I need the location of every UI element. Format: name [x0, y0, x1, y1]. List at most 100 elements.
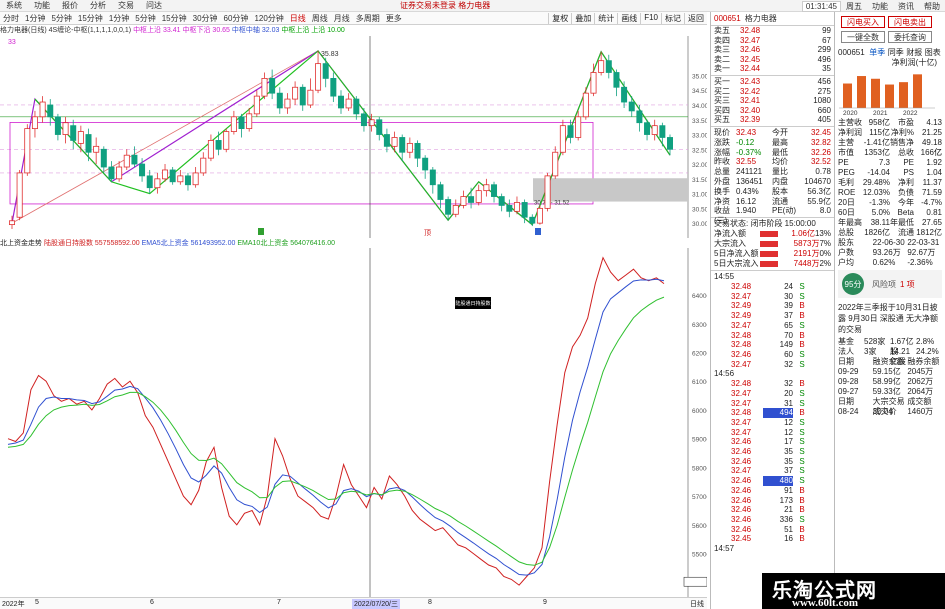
menu-system[interactable]: 系统 — [0, 0, 28, 11]
toolbar-button[interactable]: 标记 — [661, 12, 684, 24]
candle-body — [207, 140, 214, 159]
fund-value: -4.7% — [921, 198, 942, 207]
holder-cell: -2.36% — [907, 258, 933, 267]
flow-tick: 62000 — [692, 351, 707, 358]
menu-help[interactable]: 帮助 — [919, 1, 945, 12]
fund-value: -1.3% — [869, 198, 890, 207]
period-tab[interactable]: 周线 — [309, 13, 331, 24]
gray-box — [533, 178, 688, 202]
tab-single-quarter[interactable]: 单季 — [869, 47, 885, 58]
trade-price: 32.46 — [731, 476, 752, 486]
candle-body — [391, 137, 398, 147]
margin-cell: 59.15亿 — [872, 367, 901, 376]
candle-body — [162, 169, 169, 180]
candle-body — [667, 137, 674, 150]
period-tab[interactable]: 分时 — [0, 13, 22, 24]
flow-pct: 2% — [819, 259, 831, 269]
period-tab[interactable]: 120分钟 — [251, 13, 286, 24]
toolbar-button[interactable]: 复权 — [548, 12, 571, 24]
trade-volume: 39 — [784, 301, 793, 311]
trade-volume: 149 — [779, 340, 793, 350]
ask-row[interactable]: 卖五 32.48 99 — [711, 26, 834, 36]
menu-news[interactable]: 资讯 — [893, 1, 919, 12]
profit-bar — [899, 82, 908, 108]
kline-chart[interactable]: 30.73 - 31.5235.833335.0034.5034.0033.50… — [0, 36, 707, 238]
ask-volume: 99 — [822, 26, 831, 35]
flow-chart[interactable]: 64000 63000 62000 61000 60000 59000 58000 57000… — [0, 248, 707, 597]
ask-volume: 299 — [817, 45, 831, 55]
tick-trades[interactable]: 14:55 32.48 24 S 32.47 30 S 32.49 39 B 32.49 37 B 32.… — [711, 272, 834, 554]
bid-price: 32.40 — [740, 105, 761, 115]
menu-ask[interactable]: 问达 — [140, 0, 168, 11]
toolbar-button[interactable]: 统计 — [594, 12, 617, 24]
ask-row[interactable]: 卖四 32.47 67 — [711, 36, 834, 46]
fund-value: -1.41亿 — [863, 138, 890, 147]
trade-volume: 32 — [784, 359, 793, 369]
orderbook-divider — [711, 74, 834, 76]
period-tab[interactable]: 月线 — [331, 13, 353, 24]
period-tab[interactable]: 15分钟 — [75, 13, 106, 24]
period-tab[interactable]: 更多 — [383, 13, 405, 24]
period-tab[interactable]: 多周期 — [353, 13, 383, 24]
bid-row[interactable]: 买三 32.41 1080 — [711, 96, 834, 106]
candle-body — [651, 125, 658, 135]
period-tab[interactable]: 30分钟 — [190, 13, 221, 24]
one-click-button[interactable]: 一键全数 — [841, 31, 885, 43]
tab-report[interactable]: 财报 — [906, 47, 922, 58]
toolbar-button[interactable]: 叠加 — [571, 12, 594, 24]
fund-holdings: 基金 528家 1.67亿股 2.8% 法人 3家 14.21亿股 24.2% — [835, 337, 945, 366]
menu-func2[interactable]: 功能 — [867, 1, 893, 12]
period-tab[interactable]: 日线 — [287, 13, 309, 24]
trade-direction: S — [799, 514, 805, 524]
menu-trade[interactable]: 交易 — [112, 0, 140, 11]
risk-box[interactable]: 95分 风险项 1 项 — [838, 270, 942, 298]
margin-cell: 日期 — [838, 357, 854, 366]
bid-row[interactable]: 买五 32.39 405 — [711, 115, 834, 125]
stat-row: 现价 32.43 今开 32.45 — [711, 128, 834, 138]
stat-label: 收益(三) — [714, 206, 730, 226]
fund-label: 年最高 — [838, 218, 862, 227]
period-tab[interactable]: 15分钟 — [159, 13, 190, 24]
period-tab[interactable]: 5分钟 — [48, 13, 74, 24]
bid-row[interactable]: 买二 32.42 275 — [711, 87, 834, 97]
order-query-button[interactable]: 委托查询 — [888, 31, 932, 43]
flow-tick: 56000 — [692, 523, 707, 530]
menu-function[interactable]: 功能 — [28, 0, 56, 11]
trade-row: 32.46 91 B — [711, 486, 834, 496]
period-tab[interactable]: 5分钟 — [132, 13, 158, 24]
toolbar-button[interactable]: 画线 — [617, 12, 640, 24]
candle-body — [360, 113, 367, 127]
candle-body — [39, 101, 46, 118]
tab-chart[interactable]: 图表 — [925, 47, 941, 58]
flow-series-0 — [7, 256, 665, 586]
toolbar-button[interactable]: F10 — [640, 12, 661, 24]
fund-label: 负债 — [898, 188, 914, 197]
toolbar-button[interactable]: 返回 — [684, 12, 707, 24]
tab-same-quarter[interactable]: 同季 — [888, 47, 904, 58]
ask-row[interactable]: 卖三 32.46 299 — [711, 45, 834, 55]
candle-body — [146, 175, 153, 189]
quick-buy-button[interactable]: 闪电买入 — [841, 16, 885, 28]
quick-sell-button[interactable]: 闪电卖出 — [888, 16, 932, 28]
period-tab[interactable]: 60分钟 — [221, 13, 252, 24]
period-tab[interactable]: 1分钟 — [106, 13, 132, 24]
trade-price: 32.47 — [731, 398, 752, 408]
menu-analysis[interactable]: 分析 — [84, 0, 112, 11]
ask-volume: 496 — [817, 54, 831, 64]
ask-row[interactable]: 卖二 32.45 496 — [711, 55, 834, 65]
stat-label: 最高 — [772, 137, 788, 147]
block-header: 日期 大宗交易成交价 成交额 — [835, 397, 945, 416]
ask-row[interactable]: 卖一 32.44 35 — [711, 64, 834, 74]
flow-bar — [760, 231, 778, 238]
bid-row[interactable]: 买四 32.40 660 — [711, 106, 834, 116]
flow-legend-title: 北上资金走势 — [0, 240, 42, 247]
period-tab[interactable]: 1分钟 — [22, 13, 48, 24]
holder-cell: 22-03-31 — [907, 238, 940, 247]
trade-volume: 17 — [784, 437, 793, 447]
candle-body — [422, 157, 429, 171]
candle-body — [559, 125, 566, 153]
fund-value: 1826亿 — [864, 228, 890, 237]
menu-quote[interactable]: 报价 — [56, 0, 84, 11]
candle-body — [269, 78, 276, 94]
bid-row[interactable]: 买一 32.43 456 — [711, 77, 834, 87]
